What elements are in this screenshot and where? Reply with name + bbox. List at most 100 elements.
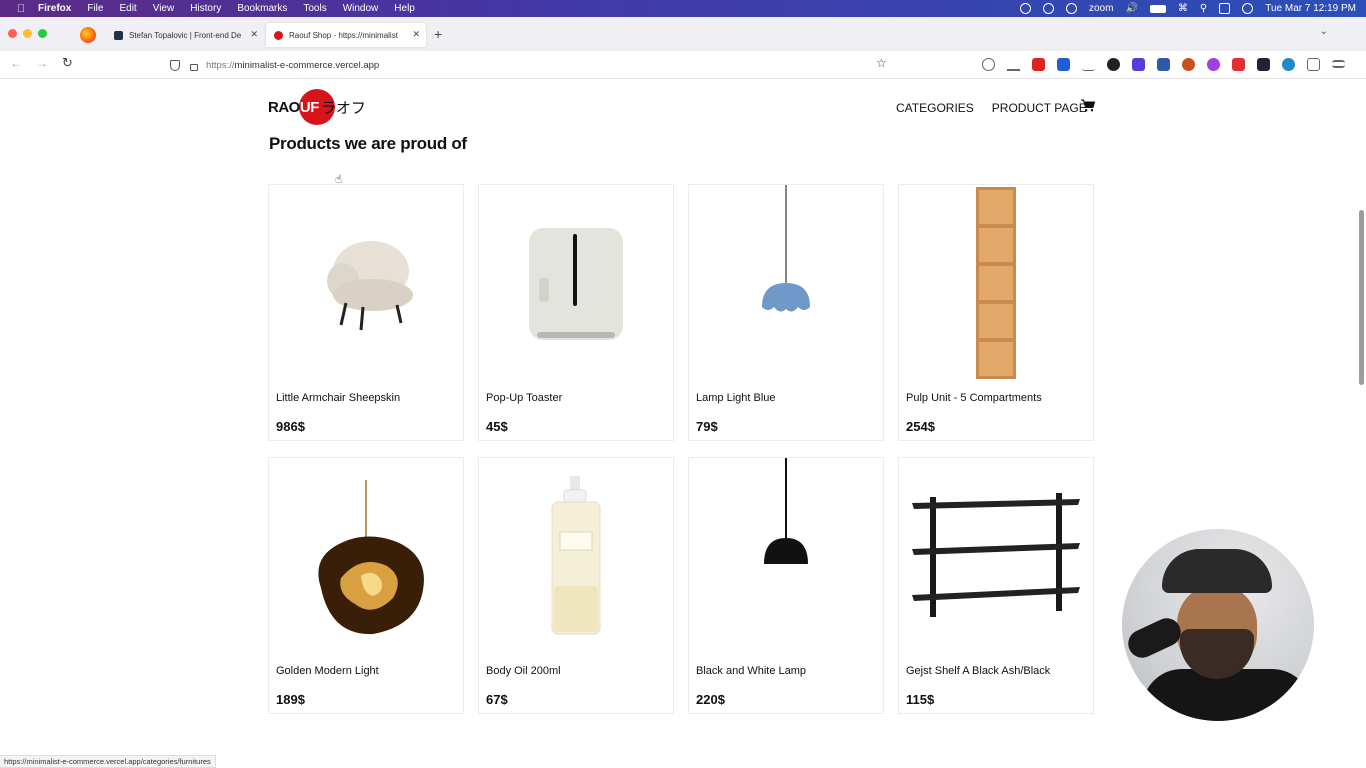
window-close-button[interactable] (8, 29, 17, 38)
volume-icon[interactable]: 🔊 (1125, 3, 1137, 14)
site-logo[interactable]: RAO UF ラオフ (268, 89, 366, 125)
status-icon-1[interactable] (1019, 3, 1031, 14)
bookmark-star-icon[interactable]: ☆ (876, 56, 887, 70)
pocket-icon[interactable] (982, 58, 995, 71)
nav-product-page-link[interactable]: PRODUCT PAGE (992, 101, 1087, 115)
webcam-overlay (1122, 529, 1314, 721)
browser-tab-raouf-shop[interactable]: Raouf Shop - https://minimalist ✕ (266, 23, 426, 47)
extension-orange-icon[interactable] (1182, 58, 1195, 71)
menu-app-name[interactable]: Firefox (38, 3, 71, 14)
link-hover-status-url: https://minimalist-e-commerce.vercel.app… (0, 755, 216, 768)
extension-blue-icon[interactable] (1057, 58, 1070, 71)
extension-teal-icon[interactable] (1282, 58, 1295, 71)
webcam-microphone (1123, 613, 1186, 663)
menu-tools[interactable]: Tools (303, 3, 326, 14)
window-controls (8, 29, 47, 38)
new-tab-plus-icon[interactable]: + (434, 26, 442, 42)
window-maximize-button[interactable] (38, 29, 47, 38)
spotlight-search-icon[interactable]: ⚲ (1200, 3, 1207, 14)
product-price: 67$ (486, 692, 508, 707)
extension-dark-circle-icon[interactable] (1107, 58, 1120, 71)
product-name: Pop-Up Toaster (486, 392, 563, 404)
forward-arrow-icon[interactable]: → (36, 56, 48, 70)
url-protocol: https:// (206, 59, 235, 71)
tab-close-icon[interactable]: ✕ (412, 29, 420, 40)
menu-edit[interactable]: Edit (119, 3, 136, 14)
product-name: Lamp Light Blue (696, 392, 776, 404)
product-card[interactable]: Little Armchair Sheepskin 986$ (268, 184, 464, 441)
back-arrow-icon[interactable]: ← (10, 56, 22, 70)
menu-window[interactable]: Window (343, 3, 379, 14)
product-card[interactable]: Pulp Unit - 5 Compartments 254$ (898, 184, 1094, 441)
nav-categories-link[interactable]: CATEGORIES (896, 101, 974, 115)
browser-tab-portfolio[interactable]: Stefan Topalovic | Front-end De ✕ (106, 23, 264, 47)
reload-icon[interactable]: ↻ (62, 55, 73, 71)
extension-violet-icon[interactable] (1207, 58, 1220, 71)
menu-view[interactable]: View (153, 3, 175, 14)
tab-title: Stefan Topalovic | Front-end De (129, 30, 242, 40)
extension-check-icon[interactable] (1082, 58, 1095, 71)
shopping-cart-icon[interactable] (1081, 99, 1095, 112)
window-minimize-button[interactable] (23, 29, 32, 38)
extensions-toolbar (982, 58, 1345, 71)
wifi-icon[interactable]: ⌘ (1178, 3, 1188, 14)
wall-shelf-image[interactable] (899, 458, 1093, 654)
menu-file[interactable]: File (87, 3, 103, 14)
apple-menu-icon[interactable]:  (14, 2, 28, 16)
product-card[interactable]: Body Oil 200ml 67$ (478, 457, 674, 714)
extensions-puzzle-icon[interactable] (1307, 58, 1320, 71)
armchair-image[interactable] (269, 185, 463, 381)
page-scrollbar-thumb[interactable] (1359, 210, 1364, 385)
product-card[interactable]: Gejst Shelf A Black Ash/Black 115$ (898, 457, 1094, 714)
zoom-status-label[interactable]: zoom (1089, 3, 1113, 14)
extension-grid-icon[interactable] (1157, 58, 1170, 71)
downloads-icon[interactable] (1007, 58, 1020, 71)
logo-japanese-text: ラオフ (320, 99, 366, 117)
golden-light-image[interactable] (269, 458, 463, 654)
extension-dark-square-icon[interactable] (1257, 58, 1270, 71)
menu-history[interactable]: History (190, 3, 221, 14)
tracking-protection-shield-icon[interactable] (170, 59, 180, 71)
product-grid: Little Armchair Sheepskin 986$ Pop-Up To… (268, 184, 1094, 714)
product-price: 254$ (906, 419, 935, 434)
address-bar[interactable]: https:// minimalist-e-commerce.vercel.ap… (162, 54, 902, 76)
product-name: Black and White Lamp (696, 665, 807, 677)
list-all-tabs-chevron-icon[interactable]: ⌄ (1320, 26, 1328, 37)
lock-icon[interactable] (190, 63, 198, 71)
product-name: Golden Modern Light (276, 665, 379, 677)
product-name: Body Oil 200ml (486, 665, 561, 677)
menu-bookmarks[interactable]: Bookmarks (237, 3, 287, 14)
control-center-icon[interactable] (1219, 3, 1231, 14)
blue-lamp-image[interactable] (689, 185, 883, 381)
browser-tab-strip: Stefan Topalovic | Front-end De ✕ Raouf … (0, 17, 1366, 51)
status-icon-2[interactable] (1042, 3, 1054, 14)
pinned-firefox-tab-icon[interactable] (80, 27, 96, 43)
browser-navigation-bar: ← → ↻ https:// minimalist-e-commerce.ver… (0, 51, 1366, 79)
black-lamp-image[interactable] (689, 458, 883, 654)
extension-purple-icon[interactable] (1132, 58, 1145, 71)
body-oil-image[interactable] (479, 458, 673, 654)
shelf-unit-image[interactable] (899, 185, 1093, 381)
menu-help[interactable]: Help (394, 3, 415, 14)
extension-red-icon[interactable] (1032, 58, 1045, 71)
extension-new-badge-icon[interactable] (1232, 58, 1245, 71)
product-card[interactable]: Golden Modern Light 189$ (268, 457, 464, 714)
product-name: Gejst Shelf A Black Ash/Black (906, 665, 1051, 677)
product-price: 45$ (486, 419, 508, 434)
status-icon-3[interactable] (1065, 3, 1077, 14)
battery-icon[interactable] (1149, 4, 1166, 13)
product-card[interactable]: Black and White Lamp 220$ (688, 457, 884, 714)
logo-text-circle: UF (299, 98, 320, 116)
toaster-image[interactable] (479, 185, 673, 381)
macos-menu-bar:  Firefox File Edit View History Bookmar… (0, 0, 1366, 17)
product-card[interactable]: Pop-Up Toaster 45$ (478, 184, 674, 441)
tab-title: Raouf Shop - https://minimalist (289, 30, 398, 40)
app-menu-hamburger-icon[interactable] (1332, 60, 1345, 68)
tab-close-icon[interactable]: ✕ (250, 29, 258, 40)
product-price: 79$ (696, 419, 718, 434)
logo-text-start: RAO (268, 98, 300, 116)
menu-bar-clock[interactable]: Tue Mar 7 12:19 PM (1265, 3, 1356, 14)
product-card[interactable]: Lamp Light Blue 79$ (688, 184, 884, 441)
product-name: Pulp Unit - 5 Compartments (906, 392, 1042, 404)
siri-icon[interactable] (1242, 3, 1254, 14)
